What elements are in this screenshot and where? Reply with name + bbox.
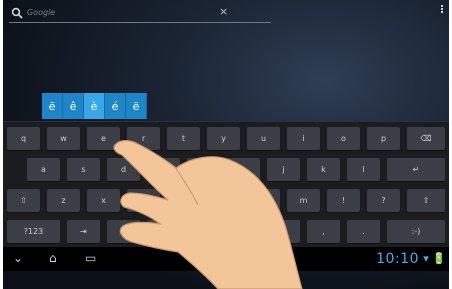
hand-illustration bbox=[113, 140, 303, 289]
